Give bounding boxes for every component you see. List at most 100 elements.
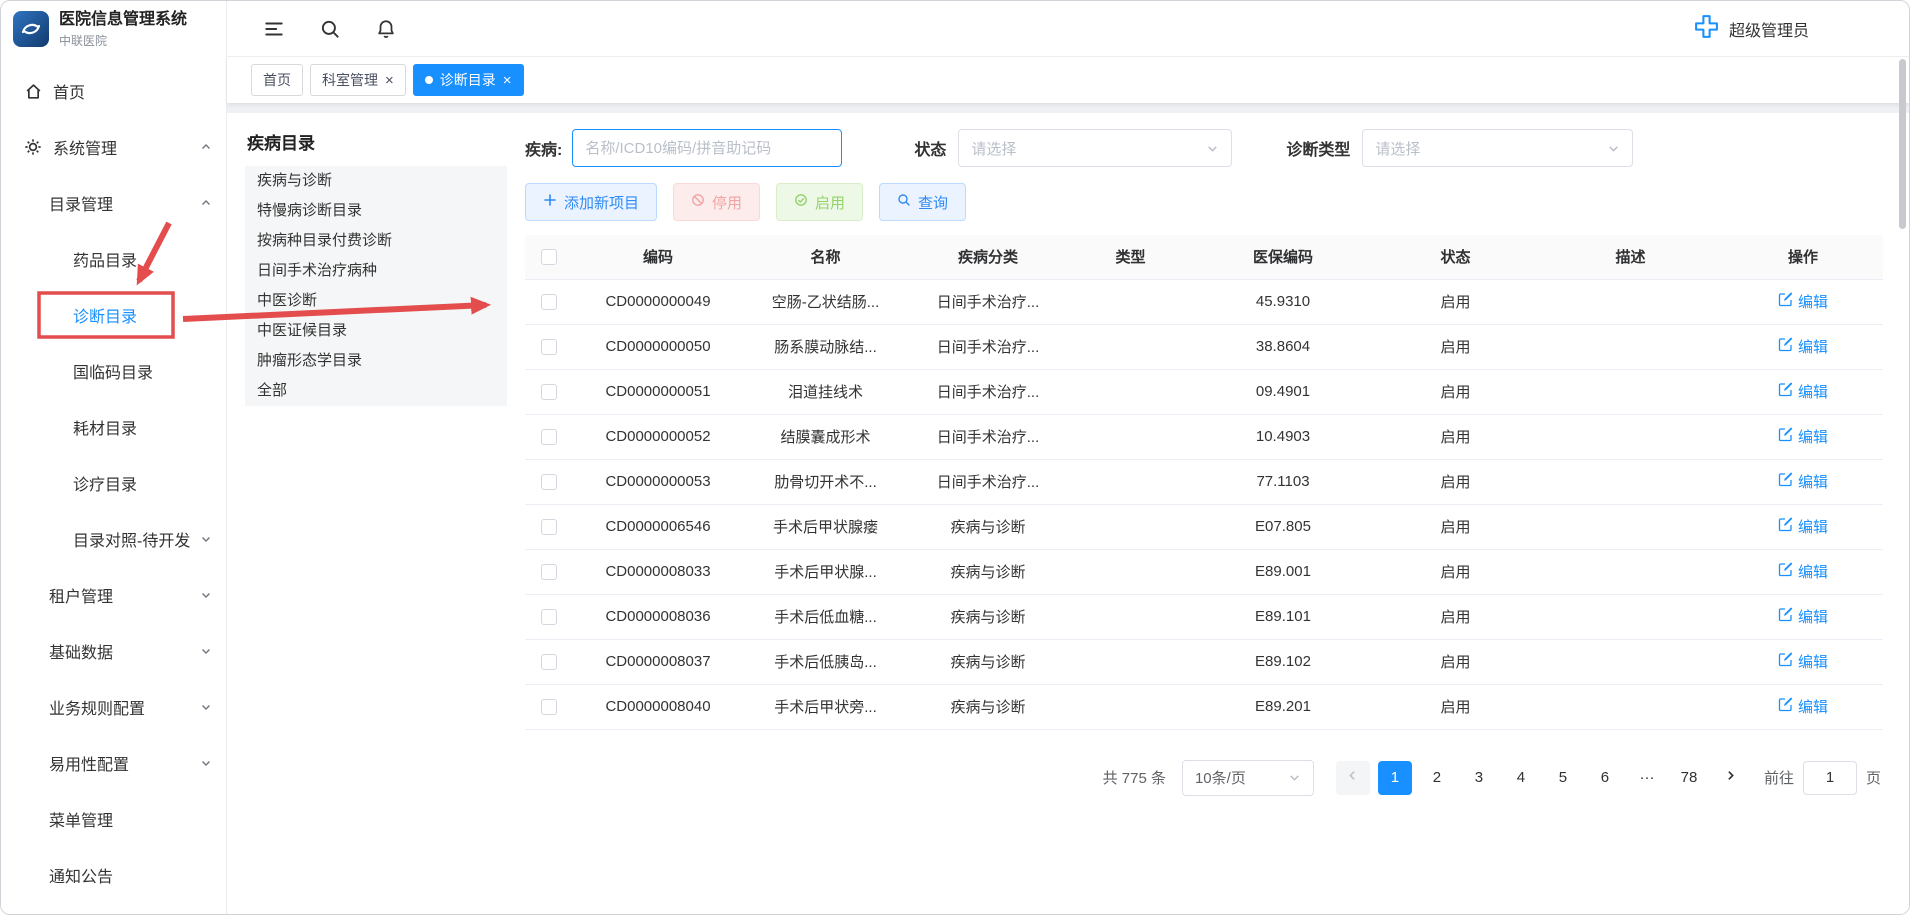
cell-code: CD0000000051: [573, 369, 743, 414]
sidebar-item-label: 目录对照-待开发: [73, 527, 190, 551]
page-button[interactable]: 1: [1378, 761, 1412, 795]
sidebar-item-consumables-catalog[interactable]: 耗材目录: [1, 399, 226, 455]
diagnosis-type-select[interactable]: 请选择: [1362, 129, 1633, 167]
edit-button[interactable]: 编辑: [1778, 696, 1828, 717]
cell-insurance-code: 45.9310: [1193, 279, 1373, 324]
row-checkbox[interactable]: [541, 429, 557, 445]
sidebar-item-catalog-mapping[interactable]: 目录对照-待开发: [1, 511, 226, 567]
status-filter-label: 状态: [914, 136, 946, 160]
edit-button[interactable]: 编辑: [1778, 426, 1828, 447]
plus-icon: [543, 193, 557, 211]
query-button[interactable]: 查询: [879, 183, 966, 221]
disease-search-input[interactable]: [572, 129, 842, 167]
page-button[interactable]: 5: [1546, 761, 1580, 795]
catalog-list-item[interactable]: 中医证候目录: [245, 316, 507, 346]
tab-diagnosis-catalog[interactable]: 诊断目录 ×: [413, 64, 524, 96]
tab-home[interactable]: 首页: [251, 64, 303, 96]
disable-button[interactable]: 停用: [673, 183, 760, 221]
edit-button[interactable]: 编辑: [1778, 336, 1828, 357]
sidebar-item-business-rules[interactable]: 业务规则配置: [1, 679, 226, 735]
vertical-scrollbar-thumb[interactable]: [1899, 59, 1906, 229]
catalog-list-item[interactable]: 特慢病诊断目录: [245, 196, 507, 226]
next-page-button[interactable]: [1714, 761, 1748, 795]
cell-insurance-code: E07.805: [1193, 504, 1373, 549]
catalog-list-item[interactable]: 日间手术治疗病种: [245, 256, 507, 286]
catalog-list-item[interactable]: 按病种目录付费诊断: [245, 226, 507, 256]
cell-status: 启用: [1373, 639, 1538, 684]
enable-button[interactable]: 启用: [776, 183, 863, 221]
user-area[interactable]: 超级管理员: [1693, 13, 1809, 44]
bell-icon[interactable]: [375, 18, 397, 40]
cell-type: [1068, 459, 1193, 504]
sidebar-item-drug-catalog[interactable]: 药品目录: [1, 231, 226, 287]
row-checkbox[interactable]: [541, 294, 557, 310]
chevron-down-icon: [200, 589, 212, 601]
sidebar-item-national-code-catalog[interactable]: 国临码目录: [1, 343, 226, 399]
tab-label: 科室管理: [322, 70, 378, 90]
edit-button[interactable]: 编辑: [1778, 291, 1828, 312]
page-button[interactable]: 78: [1672, 761, 1706, 795]
close-icon[interactable]: ×: [503, 73, 512, 88]
edit-button[interactable]: 编辑: [1778, 561, 1828, 582]
page-button[interactable]: 4: [1504, 761, 1538, 795]
page-button[interactable]: 6: [1588, 761, 1622, 795]
row-checkbox[interactable]: [541, 474, 557, 490]
prev-page-button[interactable]: [1336, 761, 1370, 795]
page-button[interactable]: ···: [1630, 761, 1664, 795]
row-checkbox[interactable]: [541, 384, 557, 400]
total-count: 共 775 条: [1103, 767, 1166, 788]
goto-page-input[interactable]: [1803, 761, 1857, 795]
cell-code: CD0000008036: [573, 594, 743, 639]
search-icon[interactable]: [319, 18, 341, 40]
edit-button[interactable]: 编辑: [1778, 651, 1828, 672]
select-all-checkbox[interactable]: [541, 249, 557, 265]
status-select[interactable]: 请选择: [958, 129, 1232, 167]
cell-description: [1538, 684, 1723, 729]
page-size-select[interactable]: 10条/页: [1182, 760, 1314, 796]
sidebar-item-usability-config[interactable]: 易用性配置: [1, 735, 226, 791]
sidebar-item-catalog-management[interactable]: 目录管理: [1, 175, 226, 231]
sidebar-item-basic-data[interactable]: 基础数据: [1, 623, 226, 679]
sidebar-item-label: 首页: [53, 79, 85, 103]
hamburger-menu-icon[interactable]: [263, 18, 285, 40]
page-button[interactable]: 3: [1462, 761, 1496, 795]
column-header-actions: 操作: [1723, 235, 1883, 279]
sidebar-item-label: 诊断目录: [73, 303, 137, 327]
close-icon[interactable]: ×: [385, 73, 394, 88]
cell-type: [1068, 549, 1193, 594]
cell-description: [1538, 639, 1723, 684]
page-size-value: 10条/页: [1195, 767, 1246, 788]
panel-title: 疾病目录: [245, 129, 507, 154]
sidebar-item-notice[interactable]: 通知公告: [1, 847, 226, 903]
sidebar-item-treatment-catalog[interactable]: 诊疗目录: [1, 455, 226, 511]
edit-button[interactable]: 编辑: [1778, 606, 1828, 627]
sidebar-item-tenant-management[interactable]: 租户管理: [1, 567, 226, 623]
catalog-list-item[interactable]: 中医诊断: [245, 286, 507, 316]
row-checkbox[interactable]: [541, 609, 557, 625]
tab-label: 诊断目录: [440, 70, 496, 90]
sidebar-item-menu-management[interactable]: 菜单管理: [1, 791, 226, 847]
edit-button[interactable]: 编辑: [1778, 381, 1828, 402]
gear-icon: [23, 137, 43, 157]
sidebar-item-home[interactable]: 首页: [1, 63, 226, 119]
cell-description: [1538, 459, 1723, 504]
sidebar-item-label: 国临码目录: [73, 359, 153, 383]
catalog-list-item[interactable]: 疾病与诊断: [245, 166, 507, 196]
page-button[interactable]: 2: [1420, 761, 1454, 795]
row-checkbox[interactable]: [541, 519, 557, 535]
row-checkbox[interactable]: [541, 654, 557, 670]
catalog-list-item[interactable]: 全部: [245, 376, 507, 406]
edit-icon: [1778, 517, 1793, 536]
row-checkbox[interactable]: [541, 699, 557, 715]
column-header-category: 疾病分类: [908, 235, 1068, 279]
add-item-button[interactable]: 添加新项目: [525, 183, 657, 221]
edit-button[interactable]: 编辑: [1778, 471, 1828, 492]
catalog-list-item[interactable]: 肿瘤形态学目录: [245, 346, 507, 376]
row-checkbox[interactable]: [541, 564, 557, 580]
edit-button[interactable]: 编辑: [1778, 516, 1828, 537]
cell-name: 手术后甲状旁...: [743, 684, 908, 729]
sidebar-item-system-management[interactable]: 系统管理: [1, 119, 226, 175]
row-checkbox[interactable]: [541, 339, 557, 355]
tab-department-management[interactable]: 科室管理 ×: [310, 64, 406, 96]
sidebar-item-diagnosis-catalog[interactable]: 诊断目录: [1, 287, 226, 343]
